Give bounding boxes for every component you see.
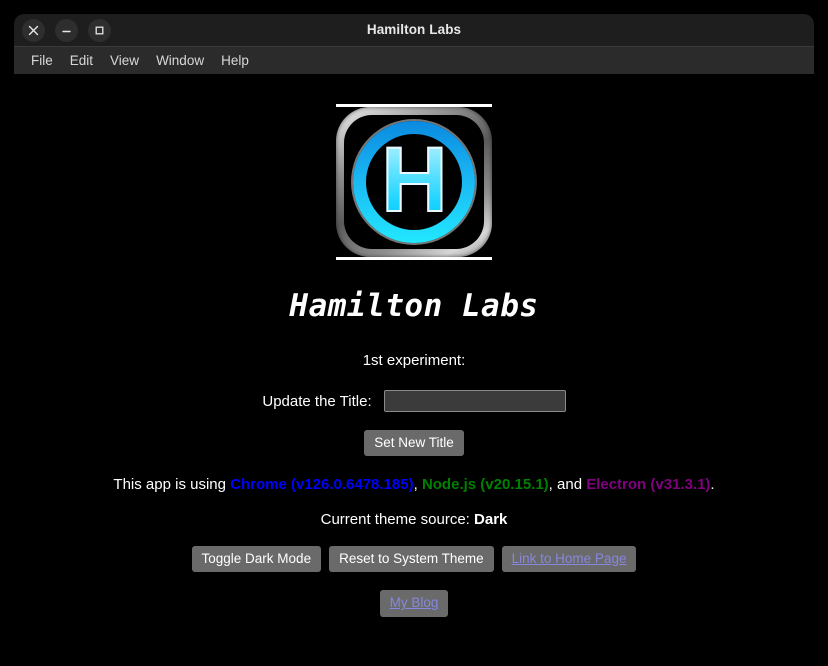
close-button[interactable] — [22, 18, 45, 42]
theme-source-label: Current theme source: — [320, 511, 475, 529]
my-blog-button[interactable]: My Blog — [379, 590, 449, 617]
minimize-button[interactable] — [55, 18, 78, 42]
hamilton-labs-logo: H — [336, 104, 492, 260]
set-title-row: Set New Title — [14, 430, 814, 457]
menu-item-file[interactable]: File — [24, 51, 60, 71]
title-bar: Hamilton Labs — [14, 14, 814, 46]
reset-system-theme-button[interactable]: Reset to System Theme — [329, 546, 494, 573]
menu-item-window[interactable]: Window — [149, 51, 211, 71]
application-window: Hamilton Labs File Edit View Window Help… — [14, 14, 814, 652]
toggle-dark-mode-button[interactable]: Toggle Dark Mode — [191, 546, 322, 573]
menu-item-view[interactable]: View — [103, 51, 146, 71]
node-version: Node.js (v20.15.1) — [421, 476, 549, 494]
page-content: H Hamilton Labs 1st experiment: Update t… — [14, 74, 814, 652]
my-blog-link[interactable]: My Blog — [390, 595, 439, 610]
menu-item-edit[interactable]: Edit — [63, 51, 100, 71]
versions-sep-1: , — [413, 476, 422, 494]
title-input[interactable] — [383, 390, 566, 412]
theme-source-value: Dark — [474, 511, 508, 529]
logo-inner-square: H — [344, 115, 484, 249]
window-controls — [22, 18, 111, 42]
maximize-icon — [94, 25, 105, 36]
link-home-page-button[interactable]: Link to Home Page — [501, 546, 637, 573]
logo-rounded-square: H — [336, 107, 492, 257]
versions-prefix: This app is using — [113, 476, 231, 494]
theme-button-row: Toggle Dark Mode Reset to System Theme L… — [14, 546, 814, 573]
experiment-label: 1st experiment: — [362, 352, 466, 369]
logo-ring-hole: H — [366, 129, 462, 231]
menu-bar: File Edit View Window Help — [14, 46, 814, 74]
update-title-label: Update the Title: — [262, 392, 372, 410]
minimize-icon — [61, 25, 72, 36]
close-icon — [28, 25, 39, 36]
theme-source-line: Current theme source: Dark — [14, 511, 814, 528]
link-home-page-link[interactable]: Link to Home Page — [512, 551, 627, 566]
logo-ring: H — [353, 121, 475, 243]
menu-item-help[interactable]: Help — [214, 51, 256, 71]
logo-bottom-rule — [336, 257, 492, 260]
page-title: Hamilton Labs — [289, 288, 539, 324]
logo-letter-h: H — [380, 129, 448, 231]
electron-version: Electron (v31.3.1) — [586, 476, 711, 494]
set-new-title-button[interactable]: Set New Title — [364, 430, 464, 457]
versions-suffix: . — [710, 476, 715, 494]
versions-sep-2: , and — [548, 476, 587, 494]
window-title: Hamilton Labs — [366, 22, 462, 37]
chrome-version: Chrome (v126.0.6478.185) — [230, 476, 414, 494]
update-title-row: Update the Title: — [14, 390, 814, 412]
blog-button-row: My Blog — [14, 590, 814, 617]
versions-line: This app is using Chrome (v126.0.6478.18… — [14, 476, 814, 493]
maximize-button[interactable] — [88, 18, 111, 42]
